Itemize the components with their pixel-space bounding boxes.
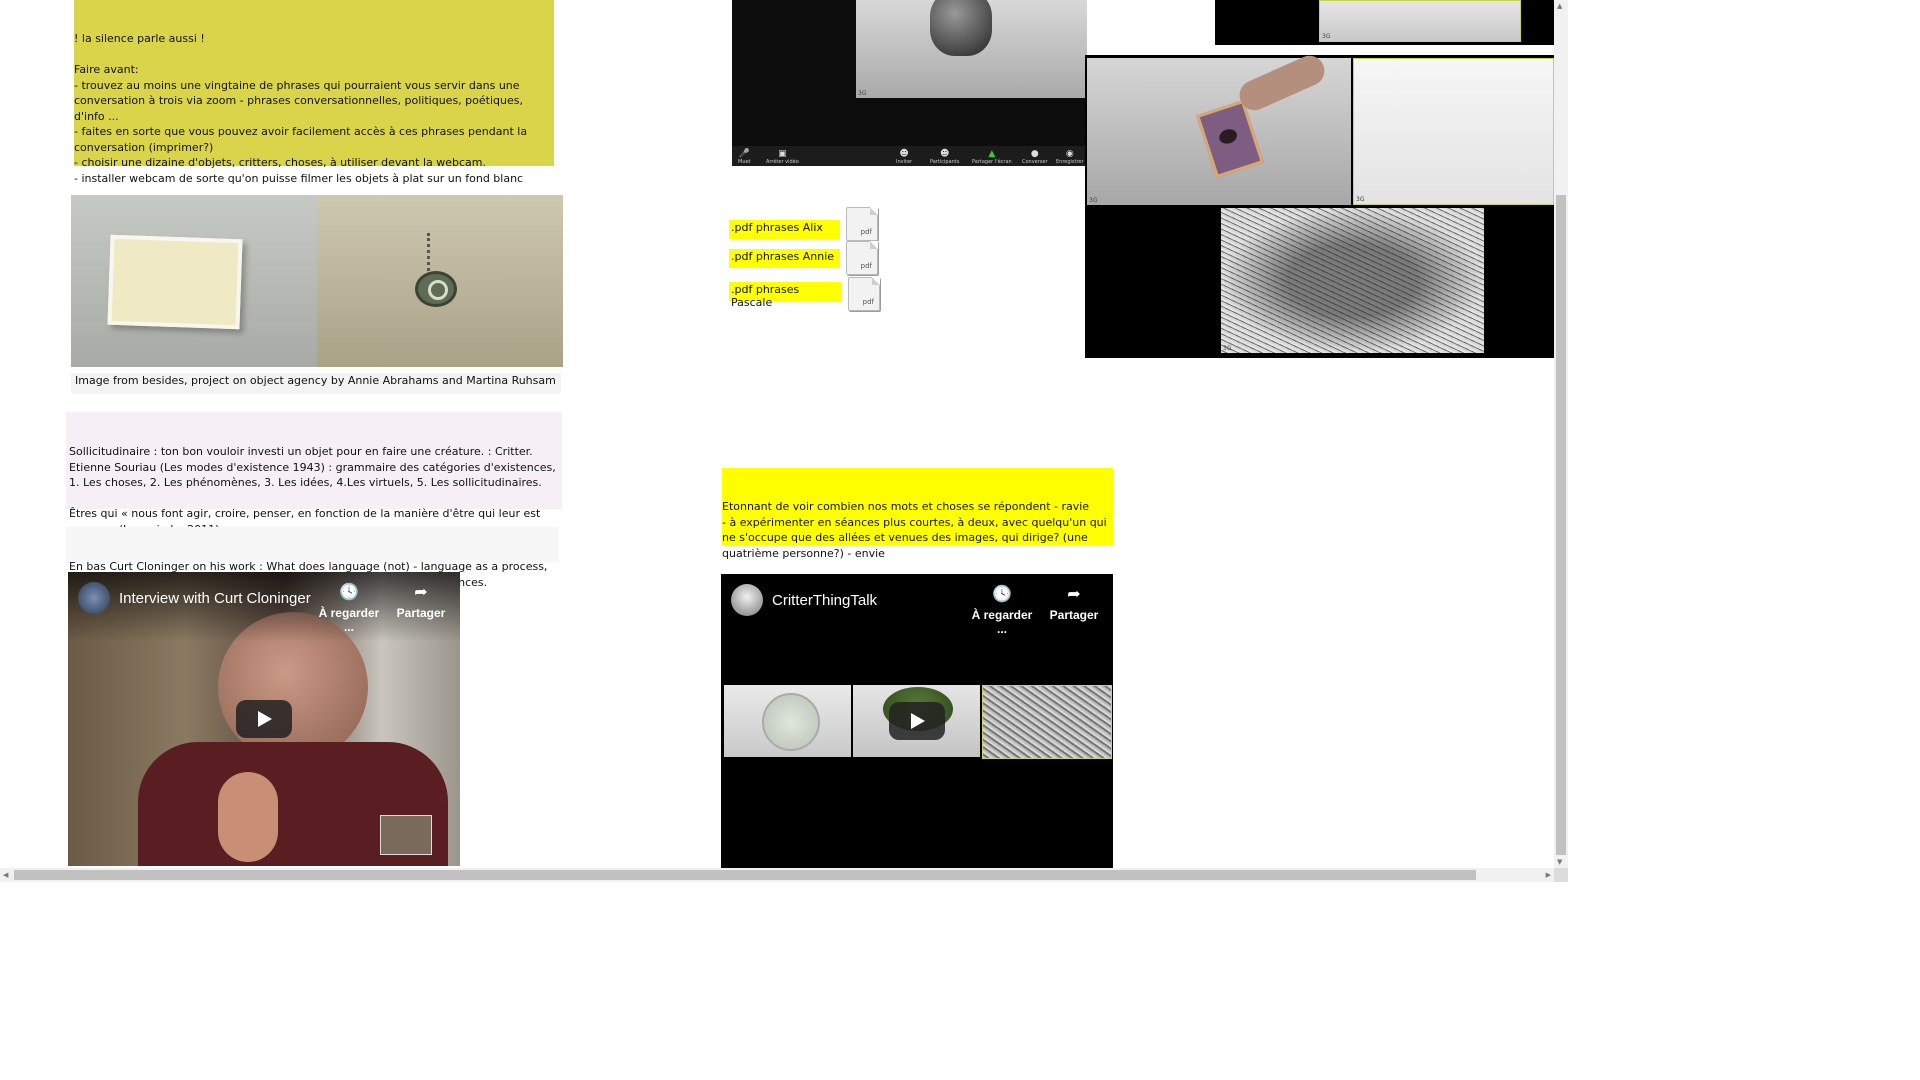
share-arrow-icon: ➦ bbox=[1067, 586, 1081, 603]
pdf-file-icon[interactable]: pdf bbox=[846, 207, 878, 241]
share-screen-label: Partager l'écran bbox=[972, 159, 1012, 165]
scrollbar-corner bbox=[1554, 868, 1568, 882]
critter-tile-wires bbox=[982, 685, 1112, 759]
watch-later-button[interactable]: 🕓 À regarder ... bbox=[314, 584, 384, 634]
zoom-tile-figurine: 3G bbox=[856, 0, 1087, 98]
share-screen-button[interactable]: ▲ Partager l'écran bbox=[972, 149, 1012, 165]
stop-video-label: Arrêter vidéo bbox=[766, 159, 799, 165]
stop-video-button[interactable]: ▣ Arrêter vidéo bbox=[766, 149, 799, 165]
eye-card bbox=[1196, 99, 1264, 179]
tile-tag: 3G bbox=[858, 90, 867, 97]
pdf-icon-label: pdf bbox=[860, 262, 872, 270]
invite-label: Inviter bbox=[896, 159, 913, 165]
video-title[interactable]: CritterThingTalk bbox=[772, 592, 877, 609]
zoom-tile-card: 3G bbox=[1087, 50, 1351, 205]
scroll-down-arrow-icon[interactable]: ▼ bbox=[1557, 858, 1562, 866]
watch-later-button[interactable]: 🕓 À regarder ... bbox=[967, 586, 1037, 636]
share-label: Partager bbox=[1049, 608, 1099, 622]
channel-avatar[interactable] bbox=[78, 582, 110, 614]
tile-tag: 3G bbox=[1322, 33, 1331, 40]
pdf-link-annie-label[interactable]: .pdf phrases Annie bbox=[731, 250, 834, 263]
zoom-screenshot-2: 3G 3G 3G bbox=[1085, 50, 1554, 358]
clock-icon: 🕓 bbox=[339, 584, 359, 601]
horizontal-scrollbar-thumb[interactable] bbox=[14, 870, 1476, 880]
share-button[interactable]: ➦ Partager bbox=[1043, 586, 1105, 622]
record-button[interactable]: ◉ Enregistrer bbox=[1056, 149, 1084, 165]
scroll-up-arrow-icon[interactable]: ▲ bbox=[1557, 2, 1562, 10]
keyring-pendant bbox=[415, 271, 457, 307]
hand-shape bbox=[1234, 50, 1330, 116]
image-caption-text: Image from besides, project on object ag… bbox=[75, 374, 556, 387]
participants-label: Participants bbox=[930, 159, 960, 165]
critter-video-embed[interactable]: CritterThingTalk 🕓 À regarder ... ➦ Part… bbox=[721, 574, 1113, 868]
pdf-file-icon[interactable]: pdf bbox=[848, 277, 880, 311]
watch-later-label: À regarder ... bbox=[971, 608, 1033, 636]
box-panel bbox=[71, 195, 317, 367]
sollicitudinaire-text: Sollicitudinaire : ton bon vouloir inves… bbox=[69, 445, 556, 536]
share-label: Partager bbox=[396, 606, 446, 620]
participants-button[interactable]: ☻ Participants bbox=[930, 149, 959, 165]
zoom-toolbar: 🎤 Muet ▣ Arrêter vidéo ☻ Inviter ☻ Participa… bbox=[732, 146, 1087, 166]
tile-tag: 3G bbox=[1223, 345, 1232, 352]
intro-note: ! la silence parle aussi ! Faire avant: … bbox=[74, 0, 554, 185]
scroll-left-arrow-icon[interactable]: ◀ bbox=[3, 871, 8, 879]
participants-icon: ☻ bbox=[939, 149, 950, 159]
zoom-tile-wires: 3G bbox=[1221, 208, 1484, 353]
pdf-link-alix-label[interactable]: .pdf phrases Alix bbox=[731, 221, 823, 234]
hand-shape bbox=[218, 772, 278, 862]
image-caption: Image from besides, project on object ag… bbox=[71, 373, 561, 394]
play-icon[interactable] bbox=[236, 700, 292, 738]
camera-icon: ▣ bbox=[778, 149, 787, 159]
horizontal-scrollbar[interactable]: ◀ ▶ bbox=[0, 868, 1554, 882]
figurine-shape bbox=[930, 0, 992, 56]
pdf-file-icon[interactable]: pdf bbox=[846, 241, 878, 275]
matchbox-shape bbox=[107, 234, 243, 330]
chat-button[interactable]: ● Converser bbox=[1022, 149, 1048, 165]
zoom-tile-white: 3G bbox=[1353, 58, 1554, 205]
share-arrow-icon: ➦ bbox=[414, 584, 428, 601]
critter-tile-bowl bbox=[724, 685, 851, 757]
tile-tag: 3G bbox=[1089, 197, 1098, 204]
vertical-scrollbar-thumb[interactable] bbox=[1556, 195, 1566, 855]
mute-button[interactable]: 🎤 Muet bbox=[738, 149, 751, 165]
invite-icon: ☻ bbox=[899, 149, 909, 159]
besides-image bbox=[71, 195, 563, 367]
record-icon: ◉ bbox=[1065, 149, 1074, 159]
video-title[interactable]: Interview with Curt Cloninger bbox=[119, 590, 311, 607]
mute-label: Muet bbox=[738, 159, 751, 165]
etonnant-note-text: Etonnant de voir combien nos mots et cho… bbox=[722, 500, 1107, 560]
pdf-link-alix[interactable]: .pdf phrases Alix bbox=[729, 220, 840, 239]
curt-video-embed[interactable]: Interview with Curt Cloninger 🕓 À regard… bbox=[68, 572, 460, 866]
etonnant-note: Etonnant de voir combien nos mots et cho… bbox=[722, 468, 1113, 560]
zoom-top-tile: 3G bbox=[1319, 0, 1521, 42]
zoom-screenshot-1: 3G 🎤 Muet ▣ Arrêter vidéo ☻ Inviter ☻ Partic… bbox=[732, 0, 1087, 166]
vertical-scrollbar[interactable]: ▲ ▼ bbox=[1554, 0, 1568, 868]
share-button[interactable]: ➦ Partager bbox=[390, 584, 452, 620]
channel-avatar[interactable] bbox=[731, 584, 763, 616]
chat-label: Converser bbox=[1022, 159, 1048, 165]
invite-button[interactable]: ☻ Inviter bbox=[896, 149, 912, 165]
pdf-link-pascale-label[interactable]: .pdf phrases Pascale bbox=[731, 283, 799, 309]
play-icon[interactable] bbox=[889, 702, 945, 740]
pdf-icon-label: pdf bbox=[862, 298, 874, 306]
pdf-link-pascale[interactable]: .pdf phrases Pascale bbox=[729, 282, 841, 309]
sollicitudinaire-note: Sollicitudinaire : ton bon vouloir inves… bbox=[66, 412, 562, 536]
curt-note: En bas Curt Cloninger on his work : What… bbox=[66, 527, 559, 589]
watch-later-label: À regarder ... bbox=[318, 606, 380, 634]
pdf-link-annie[interactable]: .pdf phrases Annie bbox=[729, 249, 840, 268]
zoom-top-frame: 3G bbox=[1215, 0, 1554, 45]
record-label: Enregistrer bbox=[1056, 159, 1084, 165]
tile-tag: 3G bbox=[1356, 196, 1365, 203]
pdf-icon-label: pdf bbox=[860, 228, 872, 236]
scroll-right-arrow-icon[interactable]: ▶ bbox=[1546, 871, 1551, 879]
intro-note-text: ! la silence parle aussi ! Faire avant: … bbox=[74, 32, 528, 185]
keyring-panel bbox=[317, 195, 563, 367]
share-screen-icon: ▲ bbox=[988, 149, 996, 159]
clock-icon: 🕓 bbox=[992, 586, 1012, 603]
microphone-icon: 🎤 bbox=[738, 149, 750, 159]
zoom-screenshot-2-top: 3G bbox=[1208, 0, 1554, 52]
pip-thumbnail bbox=[380, 815, 432, 855]
chat-icon: ● bbox=[1030, 149, 1039, 159]
